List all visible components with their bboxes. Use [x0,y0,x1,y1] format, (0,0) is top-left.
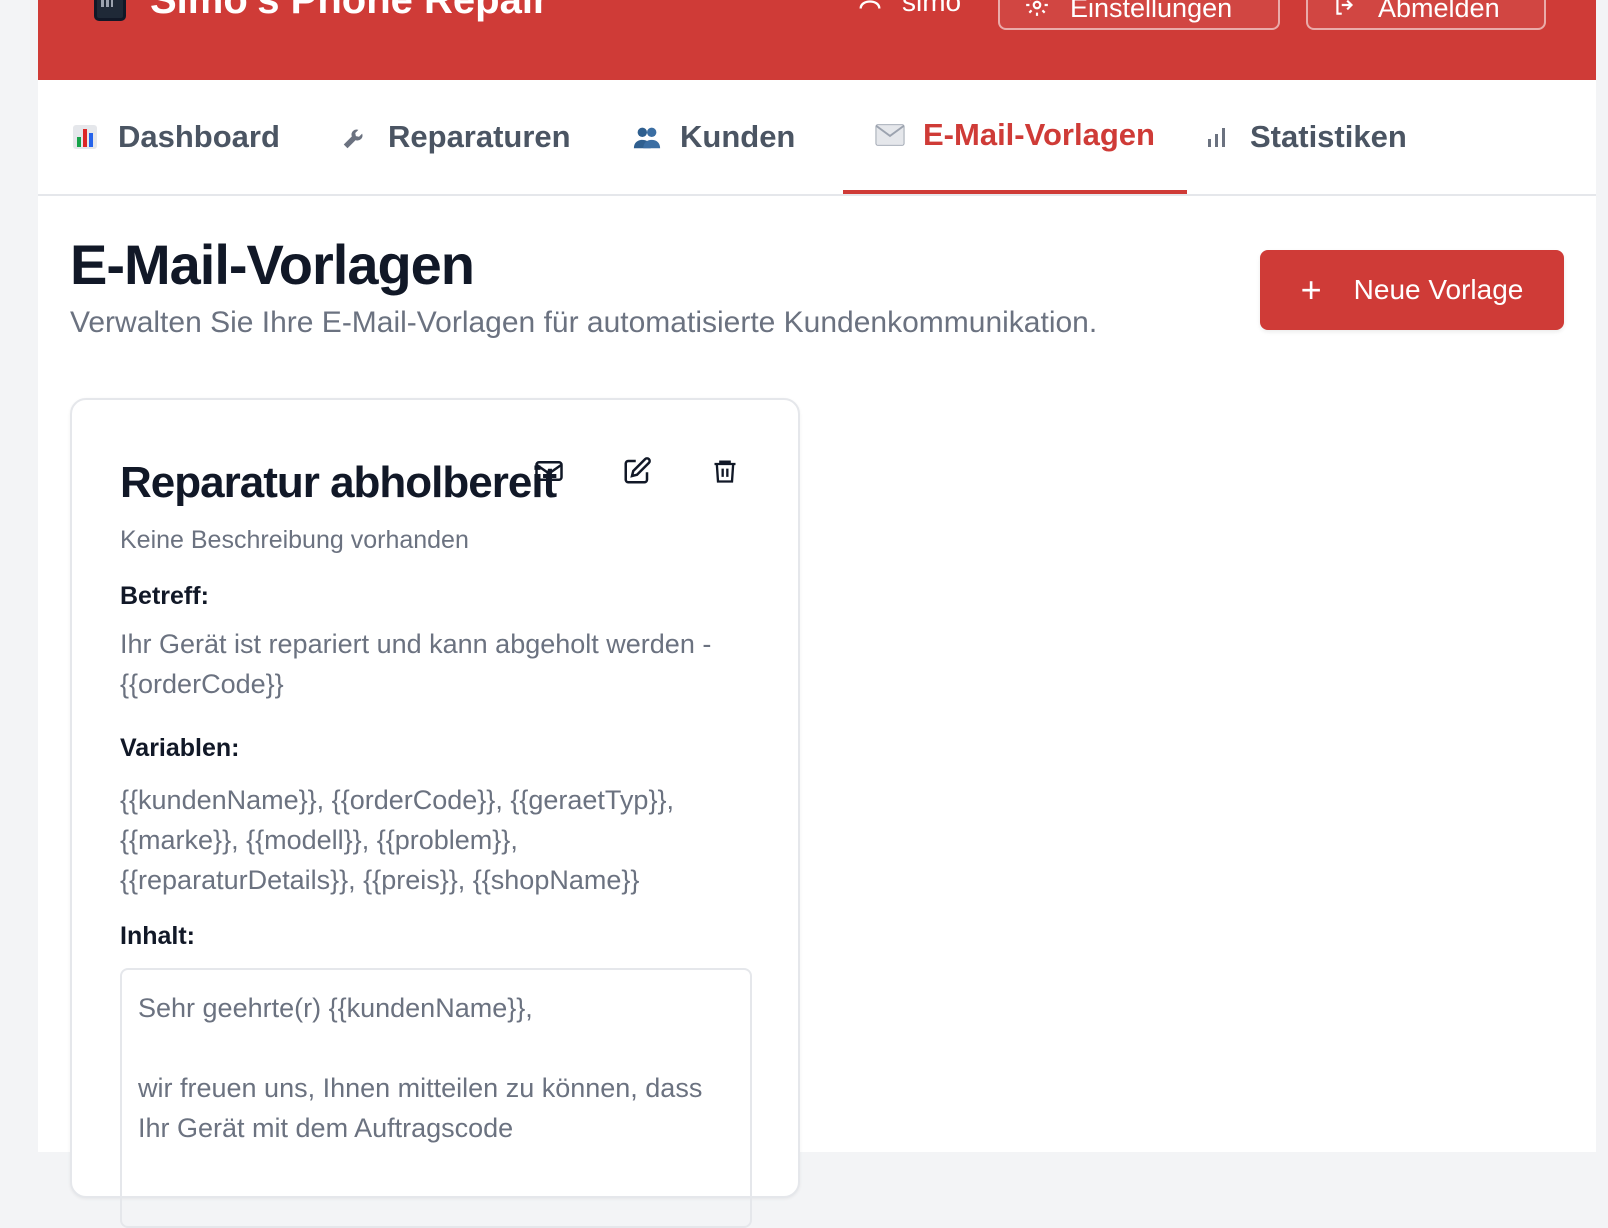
tab-repairs[interactable]: Reparaturen [308,80,603,194]
bar-chart-icon [70,122,100,152]
settings-label: Einstellungen [1070,0,1233,23]
delete-template-button[interactable] [708,456,742,490]
tab-customers[interactable]: Kunden [600,80,827,194]
subject-value: Ihr Gerät ist repariert und kann abgehol… [120,629,712,699]
trash-icon [711,455,739,492]
envelope-icon [875,120,905,150]
logout-button[interactable]: Abmelden [1306,0,1546,30]
variables-label: Variablen: [120,734,240,762]
content-preview[interactable]: Sehr geehrte(r) {{kundenName}}, wir freu… [120,968,752,1228]
content-label: Inhalt: [120,922,195,950]
edit-icon [622,456,652,491]
tab-email-templates[interactable]: E-Mail-Vorlagen [843,80,1187,194]
signal-bars-icon [1202,122,1232,152]
main-nav: Dashboard Reparaturen Kunden E-Mail-Vorl… [38,80,1596,196]
page-subtitle: Verwalten Sie Ihre E-Mail-Vorlagen für a… [70,306,1098,339]
tab-label: Kunden [680,119,796,154]
tab-label: E-Mail-Vorlagen [923,117,1155,152]
plus-icon: + [1300,269,1322,310]
user-name: simo [902,0,962,17]
tab-statistics[interactable]: Statistiken [1170,80,1439,194]
new-template-button[interactable]: + Neue Vorlage [1260,250,1564,330]
tab-label: Dashboard [118,119,280,154]
app-header: Simo's Phone Repair simo Einstellungen A… [38,0,1596,80]
tab-label: Reparaturen [388,119,571,154]
user-menu[interactable]: simo [856,0,961,19]
template-card: Reparatur abholbereit Keine Beschreibung… [70,398,800,1228]
wrench-icon [340,122,370,152]
new-template-label: Neue Vorlage [1353,274,1524,305]
app-title: Simo's Phone Repair [150,0,549,22]
edit-template-button[interactable] [620,456,654,490]
phone-icon [94,0,126,21]
user-icon [856,0,884,19]
users-icon [632,122,662,152]
template-title: Reparatur abholbereit [120,458,557,507]
logout-icon [1332,0,1358,25]
template-description: Keine Beschreibung vorhanden [120,526,469,554]
app-window: Simo's Phone Repair simo Einstellungen A… [38,0,1596,1228]
gear-icon [1024,0,1050,25]
brand[interactable]: Simo's Phone Repair [94,0,549,23]
logout-label: Abmelden [1378,0,1500,23]
variables-value: {{kundenName}}, {{orderCode}}, {{geraetT… [120,785,674,895]
subject-label: Betreff: [120,582,209,610]
send-test-email-button[interactable] [532,456,566,490]
tab-label: Statistiken [1250,119,1407,154]
page-title: E-Mail-Vorlagen [70,233,475,296]
tab-dashboard[interactable]: Dashboard [38,80,312,194]
settings-button[interactable]: Einstellungen [998,0,1280,30]
mail-icon [533,456,565,491]
